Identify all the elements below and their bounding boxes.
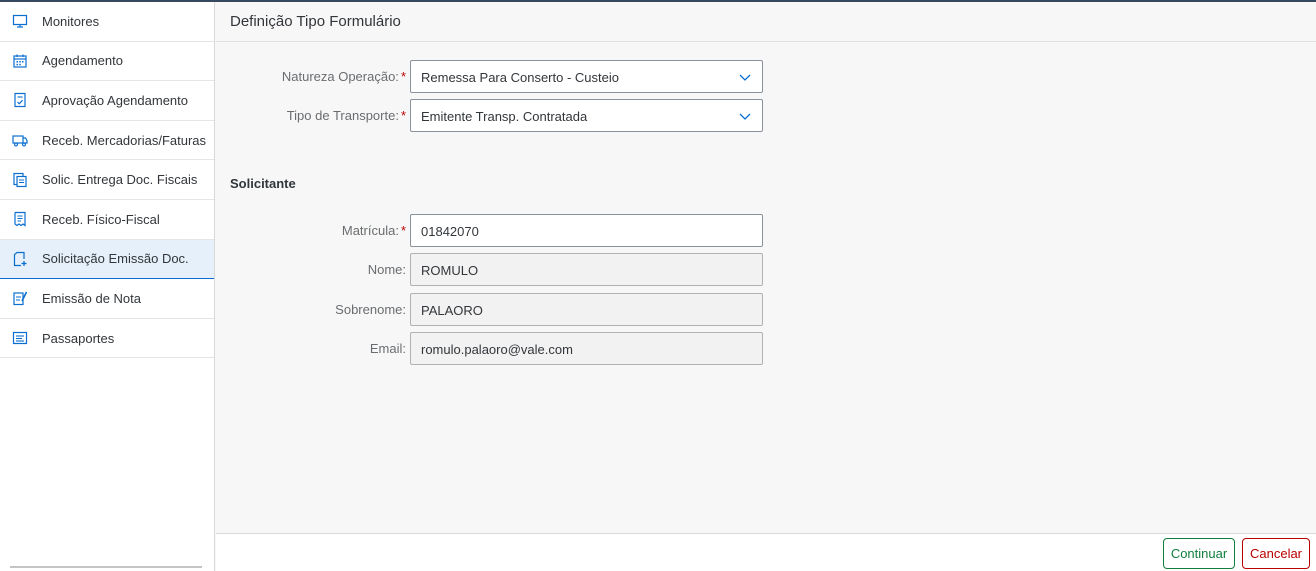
required-marker: *: [400, 108, 406, 123]
sobrenome-label: Sobrenome:: [335, 302, 406, 317]
required-marker: *: [400, 223, 406, 238]
sign-document-icon: [12, 290, 28, 306]
sidebar-scrollbar[interactable]: [10, 566, 202, 568]
documents-icon: [12, 172, 28, 188]
sidebar-item-label: Passaportes: [42, 330, 115, 346]
cancel-button[interactable]: Cancelar: [1242, 538, 1310, 569]
email-label: Email:: [369, 341, 406, 356]
sidebar-item-solicitacao-emissao[interactable]: Solicitação Emissão Doc.: [0, 239, 214, 280]
footer-toolbar: Continuar Cancelar: [216, 533, 1316, 571]
sidebar-item-label: Solic. Entrega Doc. Fiscais: [42, 172, 198, 188]
natureza-operacao-value: Remessa Para Conserto - Custeio: [421, 70, 619, 85]
page-title: Definição Tipo Formulário: [230, 13, 401, 30]
sidebar-item-label: Emissão de Nota: [42, 290, 141, 306]
sidebar-item-receb-mercadorias[interactable]: Receb. Mercadorias/Faturas: [0, 121, 214, 161]
matricula-value: 01842070: [421, 224, 479, 239]
sidebar-item-label: Receb. Físico-Fiscal: [42, 211, 160, 227]
natureza-operacao-row: Natureza Operação: * Remessa Para Consert…: [216, 60, 1316, 93]
receipt-icon: [12, 211, 28, 227]
email-value: romulo.palaoro@vale.com: [421, 342, 573, 357]
nome-field: ROMULO: [410, 253, 763, 286]
sidebar-item-agendamento[interactable]: Agendamento: [0, 42, 214, 82]
section-title-solicitante: Solicitante: [230, 176, 296, 191]
calendar-icon: [12, 53, 28, 69]
sidebar-item-label: Solicitação Emissão Doc.: [42, 251, 189, 267]
chevron-down-icon[interactable]: [738, 71, 752, 83]
approval-document-icon: [12, 92, 28, 108]
tipo-transporte-select[interactable]: Emitente Transp. Contratada: [410, 99, 763, 132]
sidebar-item-label: Receb. Mercadorias/Faturas: [42, 132, 207, 148]
sidebar-item-emissao-nota[interactable]: Emissão de Nota: [0, 279, 214, 319]
sobrenome-value: PALAORO: [421, 303, 483, 318]
matricula-row: Matrícula: * 01842070: [216, 214, 1316, 247]
sidebar-item-solic-entrega[interactable]: Solic. Entrega Doc. Fiscais: [0, 160, 214, 200]
truck-icon: [12, 132, 28, 148]
sidebar: Monitores Agendamento Aprovação Agendame…: [0, 2, 215, 571]
tipo-transporte-row: Tipo de Transporte: * Emitente Transp. Co…: [216, 99, 1316, 132]
sidebar-item-monitores[interactable]: Monitores: [0, 2, 214, 42]
sidebar-item-aprovacao-agendamento[interactable]: Aprovação Agendamento: [0, 81, 214, 121]
main-content: Definição Tipo Formulário Natureza Opera…: [216, 2, 1316, 571]
nome-row: Nome: ROMULO: [216, 253, 1316, 286]
page-header: Definição Tipo Formulário: [216, 2, 1316, 42]
nome-value: ROMULO: [421, 263, 479, 278]
tipo-transporte-label: Tipo de Transporte: *: [286, 108, 406, 123]
required-marker: *: [400, 69, 406, 84]
natureza-operacao-label: Natureza Operação: *: [281, 69, 406, 84]
chevron-down-icon[interactable]: [738, 110, 752, 122]
sidebar-item-label: Aprovação Agendamento: [42, 92, 188, 108]
sobrenome-field: PALAORO: [410, 293, 763, 326]
sidebar-item-label: Monitores: [42, 13, 100, 29]
email-field: romulo.palaoro@vale.com: [410, 332, 763, 365]
tipo-transporte-value: Emitente Transp. Contratada: [421, 109, 588, 124]
sobrenome-row: Sobrenome: PALAORO: [216, 293, 1316, 326]
nome-label: Nome:: [367, 262, 406, 277]
add-document-icon: [12, 251, 28, 267]
natureza-operacao-select[interactable]: Remessa Para Conserto - Custeio: [410, 60, 763, 93]
email-row: Email: romulo.palaoro@vale.com: [216, 332, 1316, 365]
continue-button[interactable]: Continuar: [1163, 538, 1235, 569]
matricula-input[interactable]: 01842070: [410, 214, 763, 247]
matricula-label: Matrícula: *: [341, 223, 406, 238]
sidebar-item-receb-fisico-fiscal[interactable]: Receb. Físico-Fiscal: [0, 200, 214, 240]
monitor-icon: [12, 13, 28, 29]
list-card-icon: [12, 330, 28, 346]
sidebar-item-passaportes[interactable]: Passaportes: [0, 319, 214, 359]
sidebar-item-label: Agendamento: [42, 53, 123, 69]
